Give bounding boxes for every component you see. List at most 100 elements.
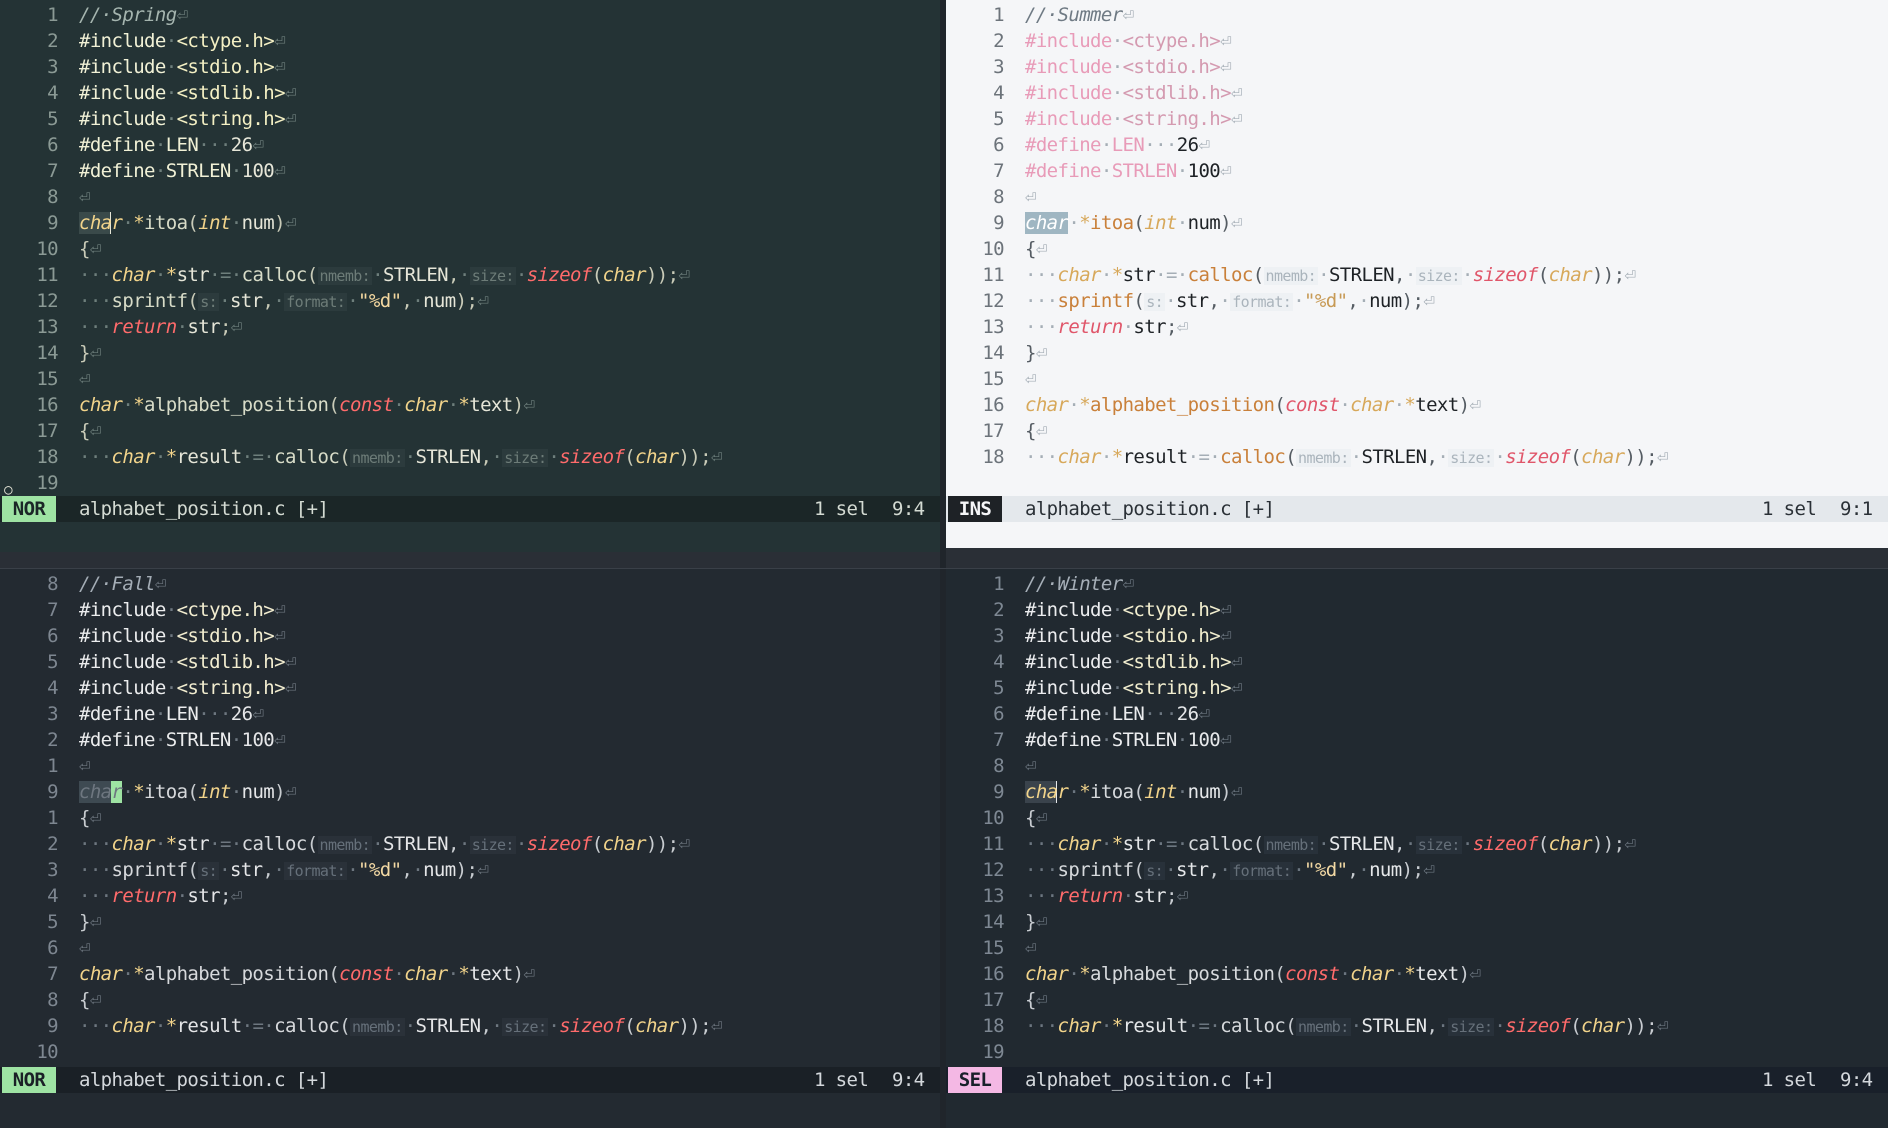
code-line[interactable]: 13 ···return·str;⏎: [946, 883, 1888, 909]
code-line[interactable]: 2 #include·<ctype.h>⏎: [0, 28, 940, 54]
code-line[interactable]: 1 ⏎: [0, 753, 940, 779]
punct: ): [274, 781, 285, 803]
code-area[interactable]: 1//·Summer⏎ 2 #include·<ctype.h>⏎ 3 #include…: [946, 2, 1888, 496]
code-line[interactable]: 6 ⏎: [0, 935, 940, 961]
code-line[interactable]: 6 #define·LEN···26⏎: [946, 132, 1888, 158]
type-keyword: char: [1581, 446, 1625, 468]
code-line[interactable]: 19 ○: [0, 470, 940, 498]
code-line[interactable]: 7 #define·STRLEN·100⏎: [0, 158, 940, 184]
code-line[interactable]: 11 ···char·*str·=·calloc(nmemb: ·STRLEN,· s…: [946, 831, 1888, 857]
line-number: 10: [982, 807, 1004, 829]
whitespace-dot: ·: [1100, 264, 1112, 286]
code-line[interactable]: 10 {⏎: [946, 805, 1888, 831]
code-line[interactable]: 5 #include·<string.h>⏎: [0, 106, 940, 132]
code-line[interactable]: 1 {⏎: [0, 805, 940, 831]
code-line[interactable]: 17 {⏎: [946, 418, 1888, 444]
code-line[interactable]: 5 #include·<string.h>⏎: [946, 106, 1888, 132]
code-line[interactable]: 9 char·*itoa(int·num)⏎: [946, 779, 1888, 805]
cursor-selection[interactable]: char: [1025, 212, 1069, 234]
code-line[interactable]: 14}⏎: [946, 340, 1888, 366]
code-line[interactable]: 13 ···return·str;⏎: [0, 314, 940, 340]
code-line[interactable]: 8 ⏎: [946, 184, 1888, 210]
code-line[interactable]: 7 #define·STRLEN·100⏎: [946, 158, 1888, 184]
code-line[interactable]: 7 #define·STRLEN·100⏎: [946, 727, 1888, 753]
code-line[interactable]: 18 ···char·*result·=·calloc(nmemb: ·STRLEN…: [946, 1013, 1888, 1039]
punct: ,: [262, 859, 274, 881]
code-line[interactable]: 11 ···char·*str·=·calloc(nmemb: ·STRLEN,· s…: [946, 262, 1888, 288]
code-line[interactable]: 18 ···char·*result·=·calloc(nmemb: ·STRLEN…: [0, 444, 940, 470]
code-line[interactable]: 16 char·*alphabet_position(const·char·*te…: [946, 392, 1888, 418]
type-keyword: char: [1581, 1015, 1625, 1037]
code-line[interactable]: 2 ···char·*str·=·calloc(nmemb: ·STRLEN,· si…: [0, 831, 940, 857]
code-line[interactable]: 2 #define·STRLEN·100⏎: [0, 727, 940, 753]
code-line[interactable]: 10 {⏎: [946, 236, 1888, 262]
include-directive: #include: [1025, 82, 1112, 104]
code-line[interactable]: 4 #include·<stdlib.h>⏎: [946, 80, 1888, 106]
code-line[interactable]: 10: [0, 1039, 940, 1065]
code-line[interactable]: 6 #define·LEN···26⏎: [946, 701, 1888, 727]
code-line[interactable]: 3 #include·<stdio.h>⏎: [0, 54, 940, 80]
eol-marker: ⏎: [284, 651, 296, 673]
code-line[interactable]: 15 ⏎: [0, 366, 940, 392]
include-directive: #include: [79, 677, 166, 699]
punct: {: [79, 807, 90, 829]
editor-pane-winter[interactable]: 1//·Winter⏎ 2 #include·<ctype.h>⏎ 3 #include…: [946, 569, 1888, 1128]
code-line[interactable]: 10 {⏎: [0, 236, 940, 262]
code-area[interactable]: 1//·Winter⏎ 2 #include·<ctype.h>⏎ 3 #include…: [946, 571, 1888, 1065]
code-line[interactable]: 4 #include·<stdlib.h>⏎: [946, 649, 1888, 675]
whitespace-dot: ·: [1111, 56, 1123, 78]
code-line[interactable]: 4 #include·<stdlib.h>⏎: [0, 80, 940, 106]
code-line[interactable]: 2 #include·<ctype.h>⏎: [946, 28, 1888, 54]
code-line[interactable]: 13 ···return·str;⏎: [946, 314, 1888, 340]
code-line[interactable]: 14}⏎: [0, 340, 940, 366]
code-line[interactable]: 2 #include·<ctype.h>⏎: [946, 597, 1888, 623]
code-line[interactable]: 8 ⏎: [0, 184, 940, 210]
cursor-selection[interactable]: char: [79, 212, 123, 234]
code-line[interactable]: 9 char·*itoa(int·num)⏎: [0, 210, 940, 236]
code-line[interactable]: [946, 470, 1888, 496]
code-line[interactable]: 15 ⏎: [946, 935, 1888, 961]
code-line[interactable]: 3 #include·<stdio.h>⏎: [946, 623, 1888, 649]
code-line[interactable]: 8 ⏎: [946, 753, 1888, 779]
code-area[interactable]: 1//·Spring⏎ 2 #include·<ctype.h>⏎ 3 #include…: [0, 2, 940, 498]
code-line[interactable]: 9 char·*itoa(int·num)⏎: [0, 779, 940, 805]
code-line[interactable]: 17 {⏎: [946, 987, 1888, 1013]
code-line[interactable]: 14}⏎: [946, 909, 1888, 935]
editor-pane-fall[interactable]: 8//·Fall⏎ 7 #include·<ctype.h>⏎ 6 #include·<…: [0, 569, 940, 1128]
code-line[interactable]: 18 ···char·*result·=·calloc(nmemb: ·STRLEN…: [946, 444, 1888, 470]
code-line[interactable]: 3 #include·<stdio.h>⏎: [946, 54, 1888, 80]
code-line[interactable]: 1 //·Summer⏎: [946, 2, 1888, 28]
editor-pane-spring[interactable]: 1//·Spring⏎ 2 #include·<ctype.h>⏎ 3 #include…: [0, 0, 940, 552]
code-line[interactable]: 5}⏎: [0, 909, 940, 935]
code-area[interactable]: 8//·Fall⏎ 7 #include·<ctype.h>⏎ 6 #include·<…: [0, 571, 940, 1065]
code-line[interactable]: 12 ···sprintf(s: ·str,· format: ·"%d",·num);…: [0, 288, 940, 314]
code-line[interactable]: 16 char·*alphabet_position(const·char·*te…: [946, 961, 1888, 987]
code-line[interactable]: 8 {⏎: [0, 987, 940, 1013]
code-line[interactable]: 1 //·Winter⏎: [946, 571, 1888, 597]
code-line[interactable]: 8 //·Fall⏎: [0, 571, 940, 597]
code-line[interactable]: 5 #include·<stdlib.h>⏎: [0, 649, 940, 675]
code-line[interactable]: 9 ···char·*result·=·calloc(nmemb: ·STRLEN,…: [0, 1013, 940, 1039]
code-line[interactable]: 16 char·*alphabet_position(const·char·*te…: [0, 392, 940, 418]
eol-marker: ⏎: [1220, 56, 1231, 78]
code-line[interactable]: 1 //·Spring⏎: [0, 2, 940, 28]
code-line[interactable]: 12 ···sprintf(s: ·str,· format: ·"%d",·num);…: [946, 857, 1888, 883]
cursor-selection[interactable]: char: [1025, 781, 1069, 803]
code-line[interactable]: 7 #include·<ctype.h>⏎: [0, 597, 940, 623]
code-line[interactable]: 3 #define·LEN···26⏎: [0, 701, 940, 727]
code-line[interactable]: 7 char·*alphabet_position(const·char·*tex…: [0, 961, 940, 987]
code-line[interactable]: 19: [946, 1039, 1888, 1065]
cursor-selection[interactable]: char: [79, 781, 123, 803]
code-line[interactable]: 15 ⏎: [946, 366, 1888, 392]
code-line[interactable]: 4 #include·<string.h>⏎: [0, 675, 940, 701]
code-line[interactable]: 4 ···return·str;⏎: [0, 883, 940, 909]
code-line[interactable]: 3 ···sprintf(s: ·str,· format: ·"%d",·num);⏎: [0, 857, 940, 883]
code-line[interactable]: 11 ···char·*str·=·calloc(nmemb: ·STRLEN,· s…: [0, 262, 940, 288]
editor-pane-summer[interactable]: 1//·Summer⏎ 2 #include·<ctype.h>⏎ 3 #include…: [946, 0, 1888, 548]
code-line[interactable]: 6 #include·<stdio.h>⏎: [0, 623, 940, 649]
code-line[interactable]: 6 #define·LEN···26⏎: [0, 132, 940, 158]
code-line[interactable]: 17 {⏎: [0, 418, 940, 444]
code-line[interactable]: 9 char·*itoa(int·num)⏎: [946, 210, 1888, 236]
code-line[interactable]: 12 ···sprintf(s: ·str,· format: ·"%d",·num);…: [946, 288, 1888, 314]
code-line[interactable]: 5 #include·<string.h>⏎: [946, 675, 1888, 701]
